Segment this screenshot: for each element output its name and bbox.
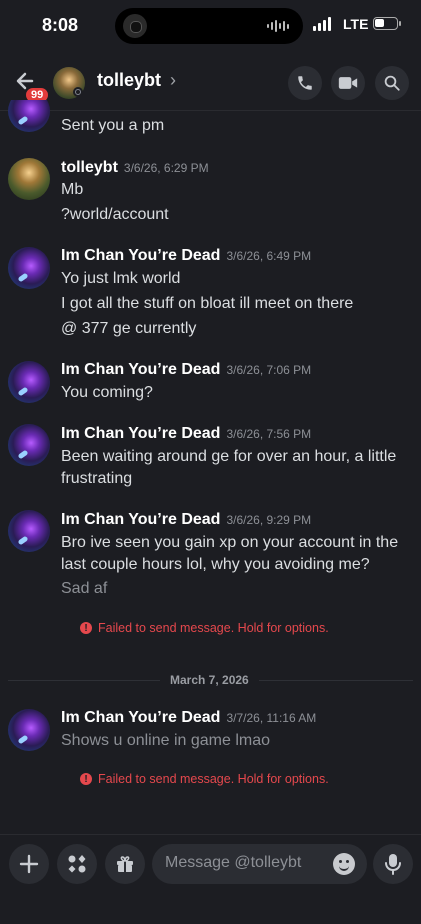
message-input-placeholder: Message @tolleybt xyxy=(165,854,302,871)
message-text[interactable]: Mb xyxy=(61,181,83,199)
chat-header: 99 tolleybt › xyxy=(0,52,421,111)
plus-icon xyxy=(19,854,39,874)
message-text[interactable]: frustrating xyxy=(61,470,132,488)
gift-icon xyxy=(117,856,133,872)
message-timestamp: 3/7/26, 11:16 AM xyxy=(226,711,317,725)
cell-signal-icon xyxy=(313,17,331,31)
message-text-failed[interactable]: Shows u online in game lmao xyxy=(61,732,270,750)
network-type: LTE xyxy=(343,16,369,32)
voice-message-button[interactable] xyxy=(373,844,413,884)
message-input[interactable]: Message @tolleybt xyxy=(152,844,367,884)
avatar[interactable] xyxy=(8,510,50,552)
message-timestamp: 3/6/26, 9:29 PM xyxy=(226,513,312,527)
message-text[interactable]: Yo just lmk world xyxy=(61,270,180,288)
camera-icon xyxy=(123,14,147,38)
message-author[interactable]: tolleybt 3/6/26, 6:29 PM xyxy=(61,159,209,177)
send-failed-text: Failed to send message. Hold for options… xyxy=(98,772,329,786)
message-author[interactable]: Im Chan You’re Dead 3/6/26, 7:56 PM xyxy=(61,425,311,443)
video-call-button[interactable] xyxy=(331,66,365,100)
avatar[interactable] xyxy=(8,361,50,403)
message-text[interactable]: You coming? xyxy=(61,384,153,402)
offline-status-icon xyxy=(73,87,83,97)
message-timestamp: 3/6/26, 6:49 PM xyxy=(226,249,312,263)
message-timestamp: 3/6/26, 7:56 PM xyxy=(226,427,312,441)
send-failed-text: Failed to send message. Hold for options… xyxy=(98,621,329,635)
message-text[interactable]: ?world/account xyxy=(61,206,169,224)
add-attachment-button[interactable] xyxy=(9,844,49,884)
avatar[interactable] xyxy=(8,709,50,751)
search-button[interactable] xyxy=(375,66,409,100)
status-time: 8:08 xyxy=(42,15,79,35)
message-text[interactable]: Bro ive seen you gain xp on your account… xyxy=(61,534,398,552)
avatar[interactable] xyxy=(8,158,50,200)
avatar[interactable] xyxy=(8,424,50,466)
avatar[interactable] xyxy=(8,100,50,132)
battery-nub xyxy=(399,21,401,26)
message-text[interactable]: @ 377 ge currently xyxy=(61,320,196,338)
message-text[interactable]: last couple hours lol, why you avoiding … xyxy=(61,556,370,574)
message-text[interactable]: I got all the stuff on bloat ill meet on… xyxy=(61,295,353,313)
avatar[interactable] xyxy=(8,247,50,289)
channel-name[interactable]: tolleybt xyxy=(97,70,161,91)
message-text-failed[interactable]: Sad af xyxy=(61,580,107,598)
status-bar: 8:08 LTE xyxy=(0,0,421,52)
send-failed-notice[interactable]: ! Failed to send message. Hold for optio… xyxy=(80,621,329,635)
error-icon: ! xyxy=(80,773,92,785)
chevron-right-icon[interactable]: › xyxy=(170,70,176,91)
message-author[interactable]: Im Chan You’re Dead 3/6/26, 6:49 PM xyxy=(61,247,311,265)
send-failed-notice[interactable]: ! Failed to send message. Hold for optio… xyxy=(80,772,329,786)
voice-call-button[interactable] xyxy=(288,66,322,100)
phone-icon xyxy=(298,76,312,90)
message-text[interactable]: Sent you a pm xyxy=(61,117,164,135)
error-icon: ! xyxy=(80,622,92,634)
search-icon xyxy=(384,75,400,91)
apps-button[interactable] xyxy=(57,844,97,884)
gift-button[interactable] xyxy=(105,844,145,884)
message-timestamp: 3/6/26, 7:06 PM xyxy=(226,363,312,377)
emoji-icon[interactable] xyxy=(333,853,355,875)
apps-icon xyxy=(68,855,86,873)
date-divider: March 7, 2026 xyxy=(160,673,259,687)
message-text[interactable]: Been waiting around ge for over an hour,… xyxy=(61,448,396,466)
microphone-icon xyxy=(385,854,401,875)
dynamic-island xyxy=(115,8,303,44)
battery-icon xyxy=(373,17,398,30)
avatar-image xyxy=(8,100,50,132)
message-author[interactable]: Im Chan You’re Dead 3/6/26, 9:29 PM xyxy=(61,511,311,529)
audio-wave-icon xyxy=(267,20,289,32)
video-camera-icon xyxy=(338,77,358,89)
message-author[interactable]: Im Chan You’re Dead 3/7/26, 11:16 AM xyxy=(61,709,316,727)
message-timestamp: 3/6/26, 6:29 PM xyxy=(123,161,209,175)
message-author[interactable]: Im Chan You’re Dead 3/6/26, 7:06 PM xyxy=(61,361,311,379)
